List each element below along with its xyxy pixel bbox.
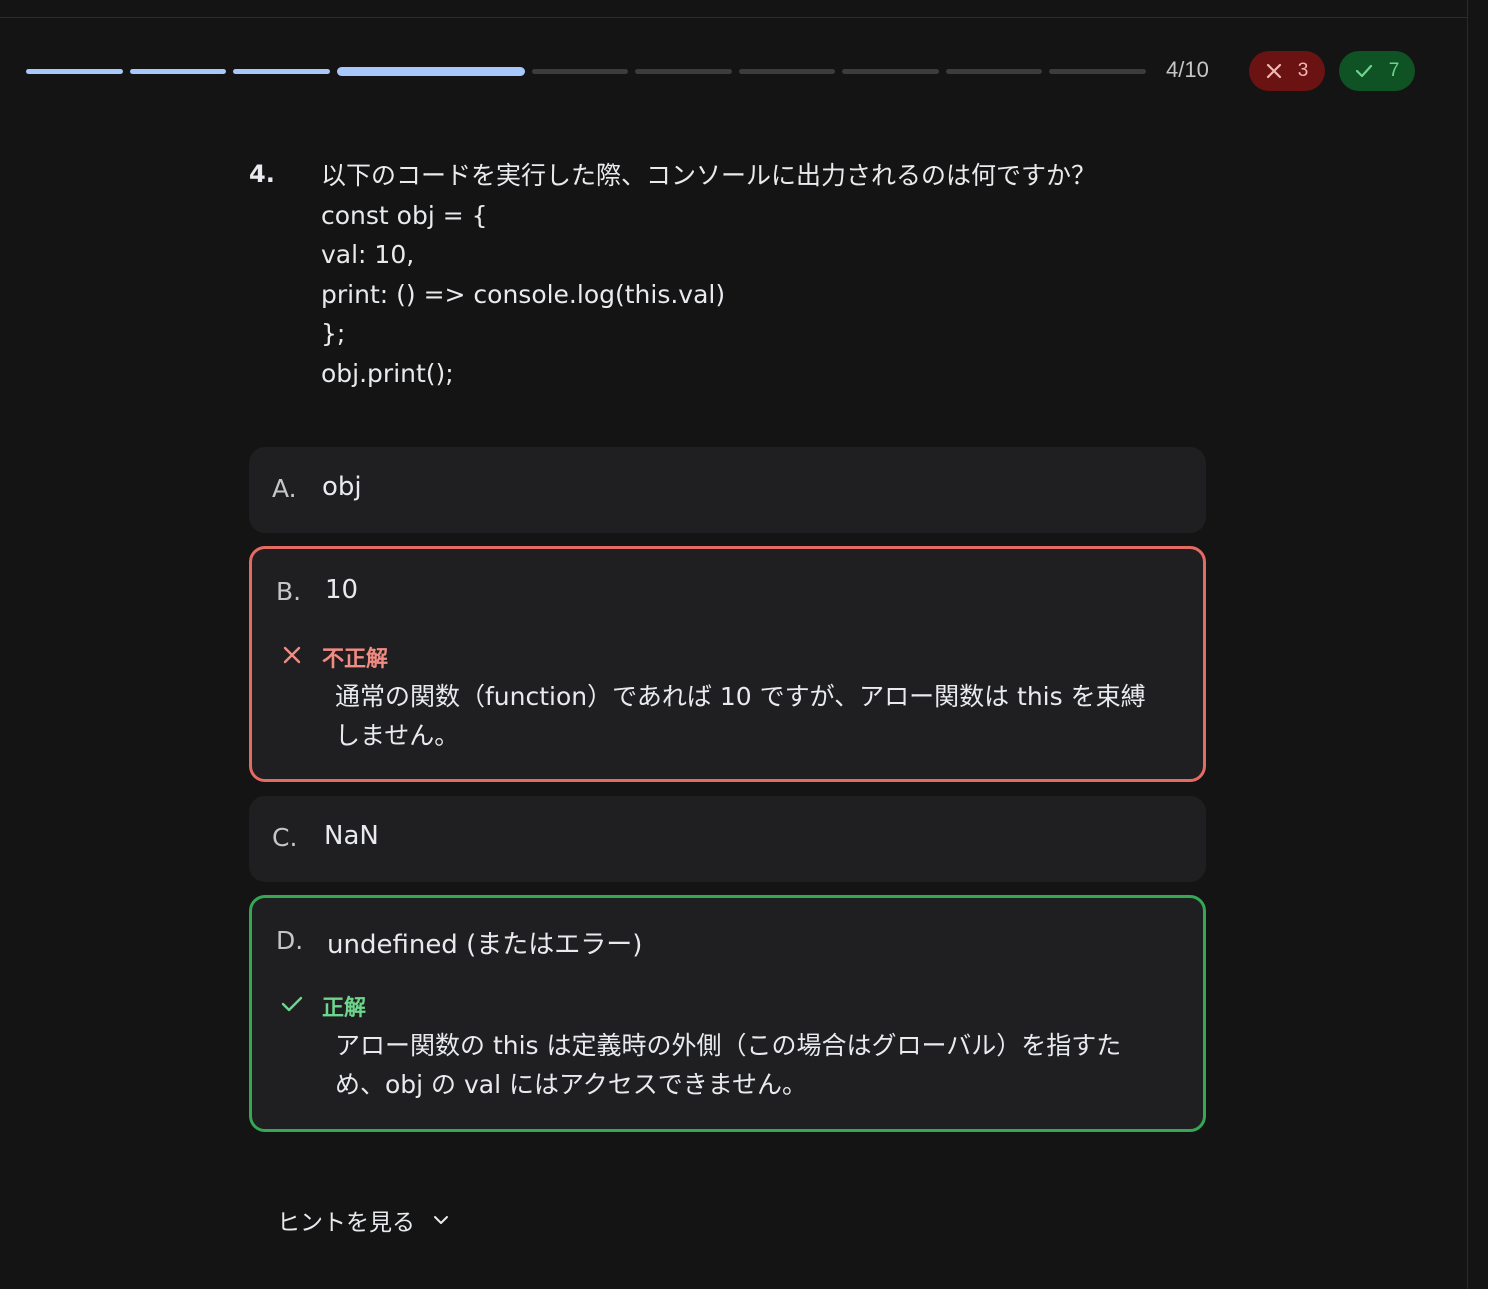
progress-segment: [945, 69, 1043, 74]
feedback-line: しません。: [335, 721, 460, 750]
question-line: 以下のコードを実行した際、コンソールに出力されるのは何ですか？: [321, 161, 1097, 190]
top-divider: [0, 17, 1468, 18]
progress-segment: [531, 69, 629, 74]
option-a[interactable]: A. obj: [249, 447, 1206, 533]
feedback-explanation: アロー関数の this は定義時の外側（この場合はグローバル）を指すた め、ob…: [335, 1026, 1175, 1104]
feedback-label-correct: 正解: [322, 996, 367, 1021]
question-line: };: [321, 319, 346, 349]
progress-segment: [233, 69, 330, 74]
feedback-line: め、obj の val にはアクセスできません。: [335, 1070, 808, 1099]
option-c[interactable]: C. NaN: [249, 796, 1206, 882]
option-letter: B.: [276, 577, 302, 606]
wrong-count: 3: [1297, 60, 1309, 81]
close-icon: [283, 646, 301, 664]
progress-segment: [738, 69, 836, 74]
question-line: obj.print();: [321, 358, 454, 388]
chevron-down-icon: [434, 1216, 448, 1224]
progress-segment-current: [336, 67, 525, 76]
option-letter: D.: [276, 926, 304, 955]
show-hint-button[interactable]: ヒントを見る: [277, 1203, 449, 1237]
option-letter: C.: [272, 823, 298, 852]
option-text: NaN: [324, 821, 379, 851]
wrong-count-badge: 3: [1249, 51, 1325, 91]
feedback-label-incorrect: 不正解: [322, 647, 389, 672]
right-count: 7: [1388, 60, 1400, 81]
feedback-line: 通常の関数（function）であれば 10 ですが、アロー関数は this を…: [335, 682, 1146, 711]
quiz-progress-bar: [26, 67, 1146, 76]
option-text: 10: [325, 575, 359, 605]
close-icon: [1266, 63, 1281, 79]
option-letter: A.: [272, 474, 297, 503]
option-d[interactable]: D. undefined (またはエラー) 正解 アロー関数の this は定義…: [249, 895, 1206, 1132]
progress-segment: [129, 69, 227, 74]
option-text: obj: [322, 472, 362, 502]
feedback-explanation: 通常の関数（function）であれば 10 ですが、アロー関数は this を…: [335, 677, 1175, 755]
progress-segment: [1049, 69, 1146, 74]
option-b[interactable]: B. 10 不正解 通常の関数（function）であれば 10 ですが、アロー…: [249, 546, 1206, 782]
check-icon: [1355, 64, 1372, 78]
progress-segment: [842, 69, 939, 74]
progress-segment: [635, 69, 732, 74]
feedback-line: アロー関数の this は定義時の外側（この場合はグローバル）を指すた: [335, 1031, 1122, 1060]
question-text: 以下のコードを実行した際、コンソールに出力されるのは何ですか？ const ob…: [321, 156, 1201, 394]
question-number: 4.: [249, 160, 275, 188]
hint-label: ヒントを見る: [277, 1210, 415, 1236]
check-icon: [281, 996, 303, 1012]
option-text: undefined (またはエラー): [327, 930, 643, 960]
right-divider: [1467, 0, 1468, 1289]
right-count-badge: 7: [1339, 51, 1415, 91]
progress-counter: 4/10: [1166, 57, 1209, 82]
progress-segment: [26, 69, 123, 74]
question-line: const obj = {: [321, 200, 488, 230]
question-line: val: 10,: [321, 240, 415, 270]
question-line: print: () => console.log(this.val): [321, 279, 726, 309]
